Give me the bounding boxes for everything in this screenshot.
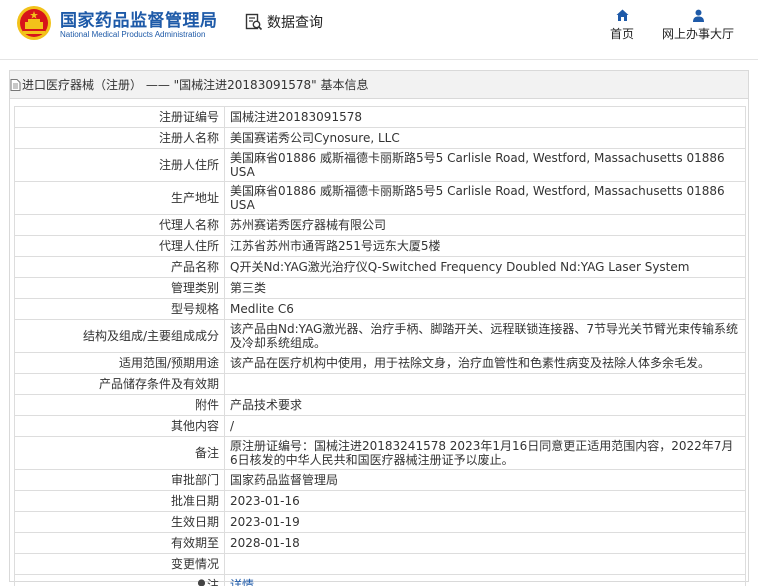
row-label: 注册人名称 [14, 127, 225, 149]
row-label: 备注 [14, 436, 225, 470]
row-value: 美国赛诺秀公司Cynosure, LLC [224, 127, 746, 149]
table-row: 有效期至 2028-01-18 [14, 532, 746, 554]
row-label: 有效期至 [14, 532, 225, 554]
row-label: 变更情况 [14, 553, 225, 575]
row-value: 该产品由Nd:YAG激光器、治疗手柄、脚踏开关、远程联锁连接器、7节导光关节臂光… [224, 319, 746, 353]
table-row: 管理类别 第三类 [14, 277, 746, 299]
row-label: 产品名称 [14, 256, 225, 278]
row-value: 苏州赛诺秀医疗器械有限公司 [224, 214, 746, 236]
nav-home[interactable]: 首页 [606, 9, 638, 42]
table-row: 批准日期 2023-01-16 [14, 490, 746, 512]
table-row: 注册人名称 美国赛诺秀公司Cynosure, LLC [14, 127, 746, 149]
site-header: 国家药品监督管理局 National Medical Products Admi… [0, 0, 758, 60]
row-label: 批准日期 [14, 490, 225, 512]
row-label: 注 [206, 578, 219, 586]
table-row: 附件 产品技术要求 [14, 394, 746, 416]
row-value: / [224, 415, 746, 437]
row-label: 审批部门 [14, 469, 225, 491]
row-label: 适用范围/预期用途 [14, 352, 225, 374]
row-label: 代理人住所 [14, 235, 225, 257]
table-row: 产品名称 Q开关Nd:YAG激光治疗仪Q-Switched Frequency … [14, 256, 746, 278]
row-value: 美国麻省01886 威斯福德卡丽斯路5号5 Carlisle Road, Wes… [224, 181, 746, 215]
nav-home-label: 首页 [609, 27, 634, 41]
row-label: 生产地址 [14, 181, 225, 215]
user-icon [692, 9, 704, 22]
row-label: 产品储存条件及有效期 [14, 373, 225, 395]
row-value: Q开关Nd:YAG激光治疗仪Q-Switched Frequency Doubl… [224, 256, 746, 278]
nav-online-hall[interactable]: 网上办事大厅 [656, 9, 740, 42]
table-row: 产品储存条件及有效期 [14, 373, 746, 395]
row-label: 代理人名称 [14, 214, 225, 236]
site-title-en[interactable]: National Medical Products Administration [60, 30, 205, 39]
row-value: 江苏省苏州市通胥路251号远东大厦5楼 [224, 235, 746, 257]
data-query-link[interactable]: 数据查询 [245, 12, 323, 32]
data-query-label: 数据查询 [267, 15, 323, 31]
national-emblem-icon [17, 6, 51, 40]
row-value [224, 373, 746, 395]
info-table: 注册证编号 国械注进20183091578 注册人名称 美国赛诺秀公司Cynos… [14, 106, 746, 586]
row-value: 第三类 [224, 277, 746, 299]
table-row: 型号规格 Medlite C6 [14, 298, 746, 320]
table-row: 备注 原注册证编号：国械注进20183241578 2023年1月16日同意更正… [14, 436, 746, 470]
row-label: 管理类别 [14, 277, 225, 299]
row-value: 2028-01-18 [224, 532, 746, 554]
table-row: 结构及组成/主要组成成分 该产品由Nd:YAG激光器、治疗手柄、脚踏开关、远程联… [14, 319, 746, 353]
table-row: 审批部门 国家药品监督管理局 [14, 469, 746, 491]
table-row: 代理人住所 江苏省苏州市通胥路251号远东大厦5楼 [14, 235, 746, 257]
header-divider [0, 59, 758, 60]
table-row: 注册人住所 美国麻省01886 威斯福德卡丽斯路5号5 Carlisle Roa… [14, 148, 746, 182]
row-label: 注册人住所 [14, 148, 225, 182]
table-row: 其他内容 / [14, 415, 746, 437]
search-document-icon [245, 13, 263, 31]
document-icon [10, 78, 21, 91]
row-value: 美国麻省01886 威斯福德卡丽斯路5号5 Carlisle Road, Wes… [224, 148, 746, 182]
panel-title-bar: 进口医疗器械（注册） —— "国械注进20183091578" 基本信息 [10, 71, 748, 99]
table-row: 生产地址 美国麻省01886 威斯福德卡丽斯路5号5 Carlisle Road… [14, 181, 746, 215]
site-title-cn[interactable]: 国家药品监督管理局 [60, 6, 218, 31]
row-value: 国械注进20183091578 [224, 106, 746, 128]
row-label: 注册证编号 [14, 106, 225, 128]
row-value: 该产品在医疗机构中使用，用于祛除文身，治疗血管性和色素性病变及祛除人体多余毛发。 [224, 352, 746, 374]
table-row: 变更情况 [14, 553, 746, 575]
table-row: 注册证编号 国械注进20183091578 [14, 106, 746, 128]
table-row: 生效日期 2023-01-19 [14, 511, 746, 533]
details-link[interactable]: 详情 [230, 578, 254, 586]
row-label: 附件 [14, 394, 225, 416]
nav-online-hall-label: 网上办事大厅 [661, 27, 734, 41]
row-value: 2023-01-19 [224, 511, 746, 533]
table-row: 适用范围/预期用途 该产品在医疗机构中使用，用于祛除文身，治疗血管性和色素性病变… [14, 352, 746, 374]
lightbulb-icon [197, 579, 206, 586]
row-value: 2023-01-16 [224, 490, 746, 512]
row-label: 结构及组成/主要组成成分 [14, 319, 225, 353]
row-label: 生效日期 [14, 511, 225, 533]
table-row: 注 详情 [14, 574, 746, 586]
table-row: 代理人名称 苏州赛诺秀医疗器械有限公司 [14, 214, 746, 236]
row-label: 型号规格 [14, 298, 225, 320]
row-label: 其他内容 [14, 415, 225, 437]
note-label-cell: 注 [14, 574, 225, 586]
home-icon [616, 9, 628, 21]
panel-title: 进口医疗器械（注册） —— "国械注进20183091578" 基本信息 [22, 77, 369, 92]
row-value [224, 553, 746, 575]
row-value: 原注册证编号：国械注进20183241578 2023年1月16日同意更正适用范… [224, 436, 746, 470]
row-value-cell: 详情 [224, 574, 746, 586]
detail-panel: 进口医疗器械（注册） —— "国械注进20183091578" 基本信息 注册证… [9, 70, 749, 586]
row-value: Medlite C6 [224, 298, 746, 320]
row-value: 产品技术要求 [224, 394, 746, 416]
row-value: 国家药品监督管理局 [224, 469, 746, 491]
